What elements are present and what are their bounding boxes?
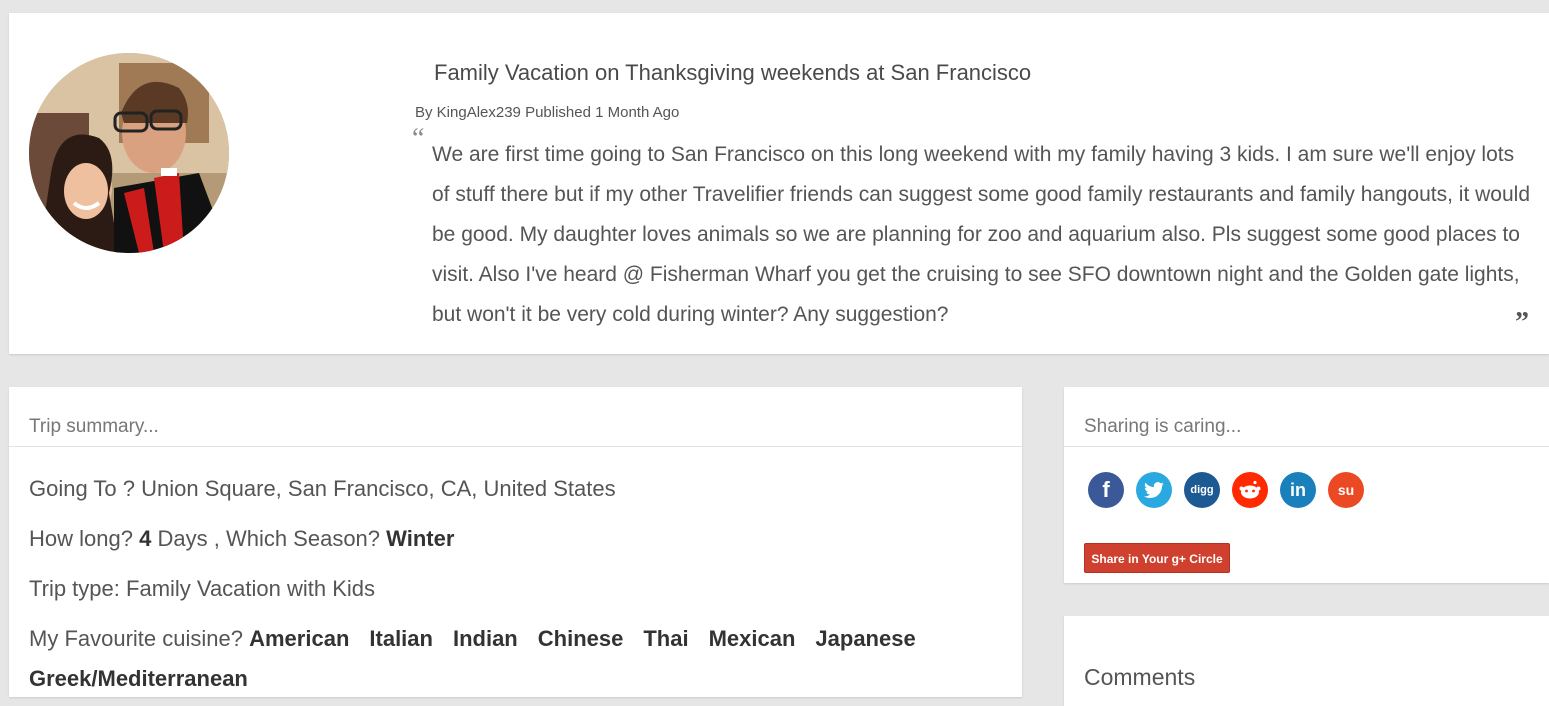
cuisine-item: Indian <box>452 626 518 651</box>
cuisine-item: American <box>249 626 350 651</box>
cuisine-line: My Favourite cuisine? American Italian Ind… <box>29 626 936 652</box>
post-body: We are first time going to San Francisco… <box>432 143 1530 326</box>
cuisine-label: My Favourite cuisine? <box>29 626 243 651</box>
trip-type-label: Trip type: <box>29 576 120 601</box>
facebook-icon[interactable]: f <box>1088 472 1124 508</box>
linkedin-icon[interactable]: in <box>1280 472 1316 508</box>
cuisine-item: Mexican <box>708 626 796 651</box>
twitter-icon[interactable] <box>1136 472 1172 508</box>
days-value: 4 <box>139 526 152 551</box>
season-value: Winter <box>386 526 455 551</box>
trip-summary-card: Trip summary... Going To ? Union Square,… <box>9 387 1022 697</box>
trip-type-value: Family Vacation with Kids <box>126 576 376 601</box>
trip-type-line: Trip type: Family Vacation with Kids <box>29 576 375 602</box>
post-meta: By KingAlex239 Published 1 Month Ago <box>415 104 680 121</box>
quote-open-icon: “ <box>412 123 425 154</box>
digg-icon[interactable]: digg <box>1184 472 1220 508</box>
share-icons: f digg in su <box>1088 472 1364 508</box>
trip-summary-header: Trip summary... <box>9 387 1022 447</box>
reddit-icon[interactable] <box>1232 472 1268 508</box>
going-to-line: Going To ? Union Square, San Francisco, … <box>29 476 616 502</box>
sharing-card: Sharing is caring... f digg in su Share … <box>1064 387 1549 583</box>
going-to-value: Union Square, San Francisco, CA, United … <box>141 476 616 501</box>
avatar-photo <box>29 53 229 253</box>
cuisine-item: Chinese <box>537 626 624 651</box>
cuisine-item: Greek/Mediterranean <box>29 666 248 691</box>
days-unit: Days , <box>157 526 220 551</box>
cuisine-line-2: Greek/Mediterranean <box>29 666 268 692</box>
cuisine-item: Japanese <box>815 626 916 651</box>
season-label: Which Season? <box>225 526 381 551</box>
comments-card: Comments <box>1064 616 1549 706</box>
post-card: Family Vacation on Thanksgiving weekends… <box>9 13 1549 354</box>
cuisine-item: Italian <box>369 626 433 651</box>
stumbleupon-icon[interactable]: su <box>1328 472 1364 508</box>
author-avatar[interactable] <box>29 53 229 253</box>
cuisine-item: Thai <box>643 626 689 651</box>
how-long-line: How long? 4 Days , Which Season? Winter <box>29 526 454 552</box>
share-gplus-button[interactable]: Share in Your g+ Circle <box>1084 543 1230 573</box>
sharing-header: Sharing is caring... <box>1064 387 1549 447</box>
comments-title: Comments <box>1084 664 1196 690</box>
quote-close-icon: ” <box>1515 307 1529 338</box>
going-to-label: Going To ? <box>29 476 136 501</box>
post-title[interactable]: Family Vacation on Thanksgiving weekends… <box>434 60 1031 86</box>
how-long-label: How long? <box>29 526 133 551</box>
